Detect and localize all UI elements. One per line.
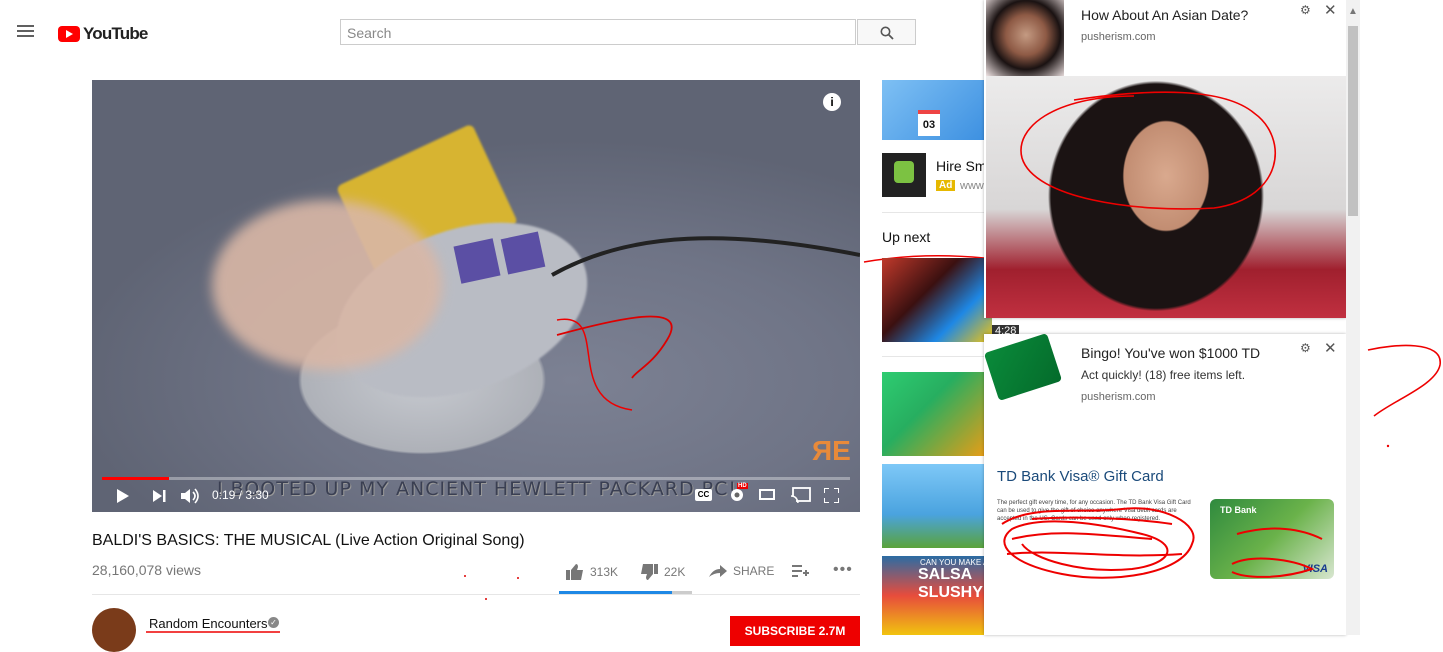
captions-button[interactable]: CC <box>695 489 712 501</box>
video-player[interactable]: i ЯE I BOOTED UP MY ANCIENT HEWLETT PACK… <box>92 80 860 512</box>
ad-badge: Ad <box>936 180 956 191</box>
cable-drawing <box>551 236 860 411</box>
red-circle-marker <box>1020 91 1276 210</box>
more-actions-icon[interactable]: ••• <box>833 561 853 579</box>
settings-gear-icon[interactable]: HD <box>728 483 748 504</box>
gift-card-heading: TD Bank Visa® Gift Card <box>997 468 1164 485</box>
fullscreen-icon[interactable] <box>824 488 839 503</box>
search-input[interactable]: Search <box>340 19 856 45</box>
related-video-thumbnail[interactable]: CAN YOU MAKE A SALSA SLUSHY <box>882 556 992 635</box>
divider <box>882 212 984 213</box>
gift-card-image <box>983 333 1063 401</box>
red-marker-dots <box>464 575 519 600</box>
video-title: BALDI'S BASICS: THE MUSICAL (Live Action… <box>92 532 525 549</box>
related-video-thumbnail[interactable] <box>882 372 992 456</box>
duration: 3:30 <box>245 488 269 502</box>
thumbnail-title: SALSA SLUSHY <box>918 566 983 601</box>
notification-settings-gear-icon[interactable]: ⚙ <box>1300 3 1311 17</box>
notification-title: How About An Asian Date? <box>1081 7 1249 23</box>
ad-url[interactable]: www <box>960 180 984 192</box>
subscribe-button[interactable]: SUBSCRIBE 2.7M <box>730 616 860 646</box>
ad-chair-icon[interactable] <box>882 153 926 197</box>
search-button[interactable] <box>857 19 916 45</box>
current-time: 0:19 <box>212 488 236 502</box>
up-next-thumbnail[interactable]: 4:28 <box>882 258 992 342</box>
calendar-icon: 03 <box>918 110 940 136</box>
notification-close-icon[interactable]: ✕ <box>1324 339 1337 357</box>
channel-avatar[interactable] <box>92 608 136 652</box>
progress-bar[interactable] <box>102 477 850 480</box>
related-video-thumbnail[interactable] <box>882 464 992 548</box>
divider <box>882 356 984 357</box>
notification-close-icon[interactable]: ✕ <box>1324 1 1337 19</box>
notification-thumbnail <box>986 0 1064 76</box>
thumbs-up-icon <box>566 564 583 580</box>
red-question-marker <box>1367 344 1441 448</box>
channel-watermark[interactable]: ЯE <box>812 435 851 467</box>
thumbs-down-icon <box>641 564 658 580</box>
notification-settings-gear-icon[interactable]: ⚙ <box>1300 341 1311 355</box>
progress-played <box>102 477 170 480</box>
verified-icon: ✓ <box>268 617 279 628</box>
notification-source: pusherism.com <box>1081 31 1156 43</box>
share-button[interactable]: SHARE <box>709 564 774 578</box>
scroll-up-arrow-icon[interactable]: ▲ <box>1348 6 1358 17</box>
logo-text: YouTube <box>83 24 148 43</box>
notification-message: Act quickly! (18) free items left. <box>1081 368 1246 382</box>
hd-badge: HD <box>737 483 748 489</box>
share-arrow-icon <box>709 565 727 577</box>
notification-title: Bingo! You've won $1000 TD <box>1081 345 1261 361</box>
hamburger-menu-icon[interactable] <box>17 25 34 37</box>
scrollbar-thumb[interactable] <box>1348 26 1358 216</box>
search-icon <box>880 26 894 40</box>
info-icon[interactable]: i <box>823 93 841 111</box>
cast-icon[interactable] <box>791 487 811 503</box>
notification-source: pusherism.com <box>1081 391 1156 403</box>
push-notification[interactable]: How About An Asian Date? pusherism.com ⚙… <box>984 0 1346 318</box>
youtube-play-icon <box>58 26 80 42</box>
view-count: 28,160,078 views <box>92 562 201 578</box>
add-to-playlist-icon[interactable] <box>792 564 809 578</box>
channel-underline-marker <box>146 631 280 633</box>
share-label: SHARE <box>733 564 775 578</box>
like-button[interactable]: 313K <box>566 564 618 580</box>
play-icon[interactable] <box>116 489 130 503</box>
theater-mode-icon[interactable] <box>759 489 775 500</box>
next-icon[interactable] <box>153 490 167 502</box>
red-scribble-marker <box>1001 507 1323 579</box>
video-caption-text: I BOOTED UP MY ANCIENT HEWLETT PACKARD P… <box>217 478 738 500</box>
volume-icon[interactable] <box>181 488 201 504</box>
youtube-logo[interactable]: YouTube <box>58 24 148 44</box>
dislike-button[interactable]: 22K <box>640 564 685 580</box>
time-display: 0:19 / 3:30 <box>212 488 269 502</box>
dislike-count: 22K <box>664 565 686 579</box>
push-notification[interactable]: Bingo! You've won $1000 TD Act quickly! … <box>983 333 1346 635</box>
like-count: 313K <box>590 565 619 579</box>
up-next-label: Up next <box>882 229 931 245</box>
ad-title[interactable]: Hire Sm <box>936 158 987 174</box>
